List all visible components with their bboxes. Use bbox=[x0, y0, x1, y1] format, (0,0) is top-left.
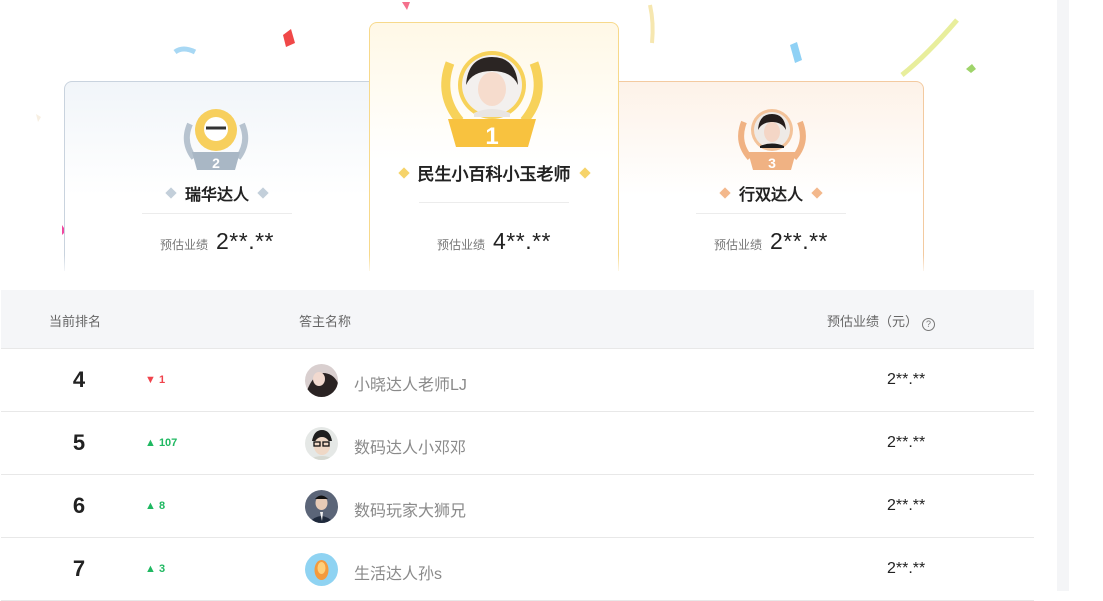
podium-second-name-row: 瑞华达人 bbox=[64, 181, 370, 205]
podium-first-perf: 预估业绩 4**.** bbox=[369, 228, 619, 255]
podium-third-name-row: 行双达人 bbox=[618, 181, 924, 205]
perf-label: 预估业绩 bbox=[160, 238, 209, 252]
diamond-icon bbox=[397, 166, 410, 179]
perf-value: 2**.** bbox=[216, 228, 274, 254]
divider bbox=[419, 202, 569, 203]
perf-label: 预估业绩 bbox=[437, 238, 486, 252]
perf-value: 2**.** bbox=[887, 434, 926, 451]
diamond-icon bbox=[165, 187, 177, 199]
podium-second-perf: 预估业绩 2**.** bbox=[64, 228, 370, 255]
podium-first-name[interactable]: 民生小百科小玉老师 bbox=[418, 160, 571, 185]
user-name[interactable]: 生活达人孙s bbox=[354, 560, 442, 584]
rank-number: 4 bbox=[72, 367, 86, 392]
svg-text:1: 1 bbox=[485, 123, 498, 149]
podium-second-name[interactable]: 瑞华达人 bbox=[185, 181, 249, 205]
podium-fade bbox=[60, 255, 930, 275]
avatar[interactable] bbox=[305, 553, 338, 586]
col-header-perf-label: 预估业绩（元） bbox=[827, 314, 919, 329]
table-row[interactable]: 5 ▲ 107 数码达人小邓邓 2**.** bbox=[1, 412, 1034, 475]
diamond-icon bbox=[811, 187, 823, 199]
podium-third-name[interactable]: 行双达人 bbox=[739, 181, 803, 205]
diamond-icon bbox=[578, 166, 591, 179]
silver-laurel-badge-icon: 2 bbox=[176, 104, 256, 172]
table-row[interactable]: 4 ▼ 1 小晓达人老师LJ 2**.** bbox=[1, 349, 1034, 412]
diamond-icon bbox=[257, 187, 269, 199]
rank-number: 7 bbox=[72, 556, 86, 581]
avatar[interactable] bbox=[305, 490, 338, 523]
col-header-rank: 当前排名 bbox=[49, 314, 102, 329]
rank-change: ▲ 107 bbox=[145, 437, 178, 449]
svg-text:2: 2 bbox=[212, 155, 220, 171]
rank-number: 5 bbox=[72, 430, 86, 455]
podium-third-perf: 预估业绩 2**.** bbox=[618, 228, 924, 255]
ranking-table-header: 当前排名 答主名称 预估业绩（元）? bbox=[1, 290, 1034, 349]
svg-text:3: 3 bbox=[768, 155, 776, 171]
bronze-laurel-badge-icon: 3 bbox=[732, 104, 812, 172]
col-header-name: 答主名称 bbox=[299, 314, 352, 329]
user-name[interactable]: 数码玩家大狮兄 bbox=[354, 497, 466, 521]
perf-label: 预估业绩 bbox=[714, 238, 763, 252]
divider bbox=[696, 213, 846, 214]
avatar[interactable] bbox=[305, 427, 338, 460]
diamond-icon bbox=[719, 187, 731, 199]
table-row[interactable]: 7 ▲ 3 生活达人孙s 2**.** bbox=[1, 538, 1034, 601]
perf-value: 4**.** bbox=[493, 228, 551, 254]
perf-value: 2**.** bbox=[887, 371, 926, 388]
podium-first-name-row: 民生小百科小玉老师 bbox=[369, 160, 619, 185]
col-header-perf: 预估业绩（元）? bbox=[827, 311, 936, 331]
scrollbar-track[interactable] bbox=[1057, 0, 1069, 591]
rank-change: ▼ 1 bbox=[145, 374, 166, 386]
perf-value: 2**.** bbox=[887, 497, 926, 514]
rank-number: 6 bbox=[72, 493, 86, 518]
rank-change: ▲ 8 bbox=[145, 500, 166, 512]
rank-change: ▲ 3 bbox=[145, 563, 166, 575]
perf-value: 2**.** bbox=[770, 228, 828, 254]
perf-value: 2**.** bbox=[887, 560, 926, 577]
divider bbox=[142, 213, 292, 214]
user-name[interactable]: 数码达人小邓邓 bbox=[354, 434, 466, 458]
gold-laurel-badge-icon: 1 bbox=[432, 43, 552, 150]
question-circle-icon[interactable]: ? bbox=[922, 318, 936, 331]
avatar[interactable] bbox=[305, 364, 338, 397]
user-name[interactable]: 小晓达人老师LJ bbox=[354, 371, 467, 395]
table-row[interactable]: 6 ▲ 8 数码玩家大狮兄 2**.** bbox=[1, 475, 1034, 538]
